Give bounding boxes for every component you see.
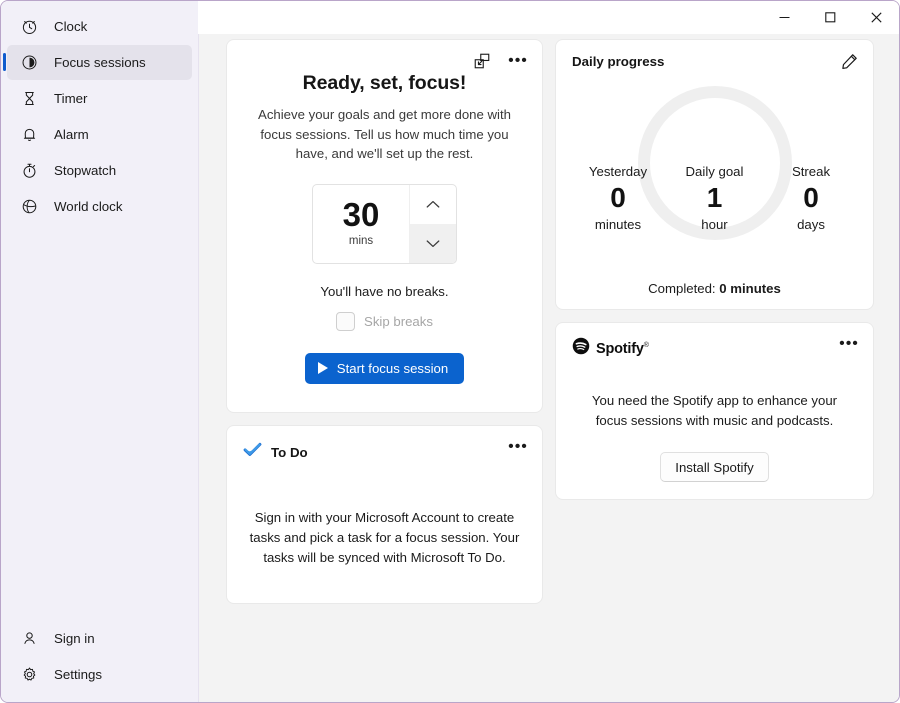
duration-unit: mins	[348, 234, 374, 247]
todo-card-actions: •••	[504, 434, 532, 460]
spotify-icon	[572, 337, 590, 360]
sidebar-item-label: Alarm	[54, 127, 89, 142]
sidebar-item-label: Settings	[54, 667, 103, 682]
todo-more-options-button[interactable]: •••	[504, 434, 532, 460]
focus-more-options-button[interactable]: •••	[504, 48, 532, 74]
chevron-up-icon	[426, 200, 440, 208]
sidebar-secondary-nav: Sign in Settings	[1, 620, 198, 702]
pop-out-button[interactable]	[468, 48, 496, 74]
left-column: ••• Ready, set, focus! Achieve your goal…	[226, 39, 543, 604]
maximize-icon	[824, 11, 835, 22]
focus-session-card: ••• Ready, set, focus! Achieve your goal…	[226, 39, 543, 413]
sidebar-item-label: Timer	[54, 91, 88, 106]
completed-label: Completed:	[648, 281, 720, 296]
focus-sessions-icon	[19, 53, 39, 73]
sidebar-item-label: Clock	[54, 19, 88, 34]
sidebar-primary-nav: Clock Focus sessions Timer Alarm Stopwat…	[1, 5, 198, 225]
duration-stepper[interactable]: 30 mins	[312, 183, 457, 264]
streak-stat: Streak 0 days	[765, 163, 857, 233]
gear-icon	[19, 665, 39, 685]
more-options-icon: •••	[508, 52, 528, 69]
sidebar-item-timer[interactable]: Timer	[7, 81, 192, 116]
daily-goal-label: Daily goal	[685, 164, 744, 179]
minimize-icon	[779, 16, 789, 18]
sidebar-item-label: World clock	[54, 199, 123, 214]
duration-stepper-buttons	[409, 184, 456, 263]
daily-goal-unit: hour	[701, 217, 728, 232]
right-column: Daily progress Yesterday 0 minutes Daily…	[555, 39, 874, 500]
sidebar-item-label: Focus sessions	[54, 55, 146, 70]
focus-card-title: Ready, set, focus!	[302, 72, 467, 94]
duration-spinner-wrapper: 30 mins	[243, 183, 526, 264]
more-options-icon: •••	[839, 335, 859, 352]
person-icon	[19, 629, 39, 649]
focus-card-actions: •••	[468, 48, 532, 74]
streak-label: Streak	[791, 164, 831, 179]
sidebar-item-clock[interactable]: Clock	[7, 9, 192, 44]
spotify-more-options-button[interactable]: •••	[835, 331, 863, 357]
minimize-button[interactable]	[761, 1, 807, 33]
daily-progress-card: Daily progress Yesterday 0 minutes Daily…	[555, 39, 874, 310]
more-options-icon: •••	[508, 438, 528, 455]
close-icon	[870, 11, 882, 23]
install-button-row: Install Spotify	[572, 452, 857, 482]
streak-unit: days	[797, 217, 825, 232]
pencil-icon	[841, 53, 857, 69]
bell-icon	[19, 125, 39, 145]
streak-value: 0	[803, 182, 819, 213]
daily-goal-value: 1	[706, 182, 723, 213]
spotify-card-body: You need the Spotify app to enhance your…	[591, 393, 838, 428]
title-bar	[198, 1, 899, 34]
completed-value: 0 minutes	[719, 281, 781, 296]
todo-card-body: Sign in with your Microsoft Account to c…	[249, 510, 520, 565]
sidebar-item-stopwatch[interactable]: Stopwatch	[7, 153, 192, 188]
duration-increment-button[interactable]	[410, 185, 456, 224]
install-spotify-button[interactable]: Install Spotify	[660, 452, 769, 482]
maximize-button[interactable]	[807, 1, 853, 33]
clock-app-window: Clock Focus sessions Timer Alarm Stopwat…	[0, 0, 900, 703]
sidebar: Clock Focus sessions Timer Alarm Stopwat…	[1, 1, 199, 702]
todo-card-header: To Do	[243, 440, 526, 464]
skip-breaks-row[interactable]: Skip breaks	[243, 311, 526, 331]
spotify-card-actions: •••	[835, 331, 863, 357]
daily-goal-stat: Daily goal 1 hour	[650, 163, 780, 233]
sidebar-item-label: Sign in	[54, 631, 95, 646]
daily-progress-ring-area: Yesterday 0 minutes Daily goal 1 hour St…	[572, 71, 857, 281]
duration-value-area[interactable]: 30 mins	[313, 185, 409, 263]
sidebar-item-alarm[interactable]: Alarm	[7, 117, 192, 152]
sidebar-item-label: Stopwatch	[54, 163, 117, 178]
todo-check-icon	[243, 440, 262, 464]
sidebar-item-settings[interactable]: Settings	[7, 657, 192, 692]
chevron-down-icon	[426, 239, 440, 247]
breaks-status-text: You'll have no breaks.	[320, 283, 449, 299]
todo-card: ••• To Do Sign in with your Microsoft Ac…	[226, 425, 543, 604]
globe-icon	[19, 197, 39, 217]
start-focus-session-label: Start focus session	[336, 360, 449, 376]
clock-icon	[19, 17, 39, 37]
stopwatch-icon	[19, 161, 39, 181]
duration-value: 30	[342, 195, 380, 233]
hourglass-icon	[19, 89, 39, 109]
duration-decrement-button[interactable]	[410, 223, 456, 263]
sidebar-item-focus-sessions[interactable]: Focus sessions	[3, 45, 192, 80]
skip-breaks-label: Skip breaks	[364, 313, 433, 329]
start-focus-session-button[interactable]: Start focus session	[304, 352, 465, 384]
spotify-card: ••• Spotify® You need the Spotify app to…	[555, 322, 874, 500]
todo-card-title: To Do	[271, 444, 308, 460]
spotify-brand-label: Spotify®	[596, 340, 649, 357]
focus-card-description: Achieve your goals and get more done wit…	[258, 107, 511, 161]
close-button[interactable]	[853, 1, 899, 33]
main-content: ••• Ready, set, focus! Achieve your goal…	[199, 1, 899, 702]
skip-breaks-checkbox[interactable]	[336, 311, 356, 331]
sidebar-item-sign-in[interactable]: Sign in	[7, 621, 192, 656]
completed-row: Completed: 0 minutes	[572, 281, 857, 296]
sidebar-item-world-clock[interactable]: World clock	[7, 189, 192, 224]
spotify-brand-row: Spotify®	[572, 337, 857, 360]
start-button-row: Start focus session	[243, 352, 526, 384]
play-icon	[317, 362, 328, 374]
daily-progress-title: Daily progress	[572, 54, 665, 69]
pop-out-icon	[474, 53, 490, 69]
